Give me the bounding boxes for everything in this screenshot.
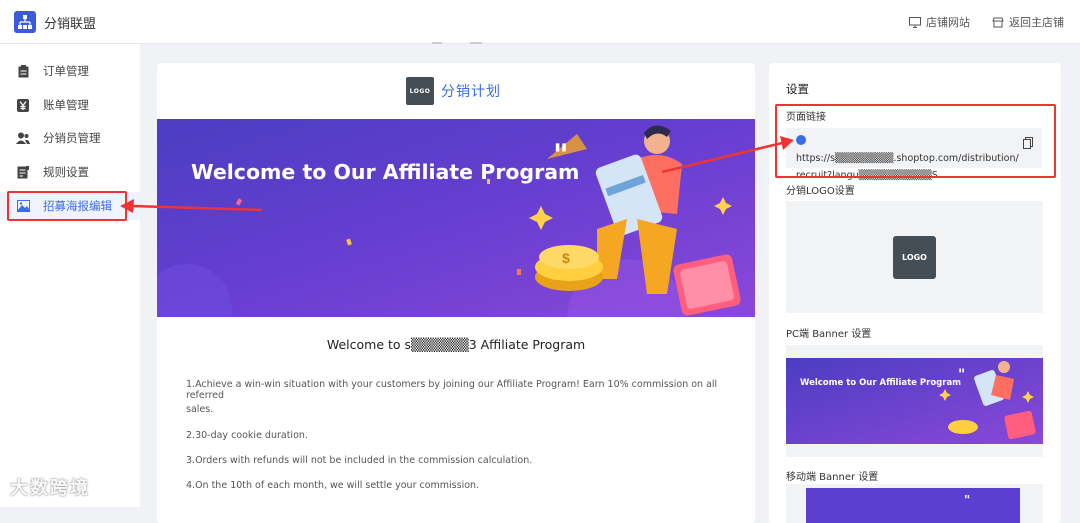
- sidebar-item-label: 分销员管理: [43, 131, 101, 145]
- rule-line: 4.On the 10th of each month, we will set…: [186, 480, 480, 491]
- rules-icon: [16, 165, 30, 179]
- back-to-store-link[interactable]: 返回主店铺: [992, 14, 1064, 30]
- welcome-title: Welcome to s▒▒▒▒▒▒3 Affiliate Program: [326, 337, 586, 352]
- logo-upload-area[interactable]: LOGO: [786, 201, 1043, 313]
- affiliate-banner: $ " Welcome to Our Affiliate Program: [157, 119, 755, 317]
- back-to-store-label: 返回主店铺: [1009, 16, 1064, 29]
- annotation-box-page-link: [775, 104, 1056, 178]
- logo-preview: LOGO: [893, 236, 936, 279]
- settings-title: 设置: [786, 82, 809, 96]
- sidebar-item-label: 订单管理: [43, 64, 89, 78]
- sidebar-item-rules[interactable]: 规则设置: [0, 158, 140, 186]
- sitemap-icon: [14, 11, 36, 33]
- sidebar-item-orders[interactable]: 订单管理: [0, 57, 140, 85]
- clipboard-icon: [16, 64, 30, 78]
- pc-banner-label: PC端 Banner 设置: [786, 329, 872, 340]
- monitor-icon: [909, 16, 921, 28]
- sidebar: 订单管理 账单管理 分销员管理 规则设置 招募海报编辑: [0, 44, 140, 507]
- scroll-indicator: [432, 42, 482, 44]
- rule-line: 1.Achieve a win-win situation with your …: [186, 379, 718, 401]
- mobile-banner-preview: ": [806, 488, 1020, 523]
- banner-headline: Welcome to Our Affiliate Program: [191, 160, 579, 184]
- yen-icon: [16, 98, 30, 112]
- brand[interactable]: 分销联盟: [14, 11, 96, 33]
- store-site-link[interactable]: 店铺网站: [909, 14, 970, 30]
- svg-text:$: $: [562, 250, 570, 266]
- logo-placeholder: LOGO: [406, 77, 434, 105]
- store-site-label: 店铺网站: [926, 16, 970, 29]
- watermark: 大数跨境: [10, 478, 90, 499]
- shop-icon: [992, 17, 1004, 27]
- plan-title: 分销计划: [441, 84, 501, 100]
- sidebar-item-bills[interactable]: 账单管理: [0, 91, 140, 119]
- svg-text:": ": [964, 493, 970, 507]
- mobile-banner-label: 移动端 Banner 设置: [786, 472, 879, 483]
- pc-banner-preview: " Welcome to Our Affiliate Program: [786, 358, 1043, 444]
- sidebar-item-label: 规则设置: [43, 165, 89, 179]
- rule-line: 2.30-day cookie duration.: [186, 430, 308, 441]
- annotation-box-sidebar: [7, 191, 127, 221]
- rule-line: sales.: [186, 404, 214, 415]
- sidebar-item-affiliates[interactable]: 分销员管理: [0, 124, 140, 152]
- poster-preview-card: LOGO 分销计划 $ " Welcome to Our Affiliate P…: [157, 63, 755, 523]
- app-name: 分销联盟: [44, 16, 97, 32]
- users-icon: [16, 131, 30, 145]
- top-bar: 分销联盟 店铺网站 返回主店铺: [0, 0, 1080, 44]
- pc-banner-upload-area[interactable]: " Welcome to Our Affiliate Program: [786, 345, 1043, 457]
- sidebar-item-label: 账单管理: [43, 98, 89, 112]
- pc-banner-headline: Welcome to Our Affiliate Program: [800, 378, 961, 388]
- plan-header: LOGO 分销计划: [406, 77, 501, 105]
- logo-setting-label: 分销LOGO设置: [786, 186, 855, 197]
- mobile-banner-upload-area[interactable]: ": [786, 484, 1043, 523]
- rule-line: 3.Orders with refunds will not be includ…: [186, 455, 533, 466]
